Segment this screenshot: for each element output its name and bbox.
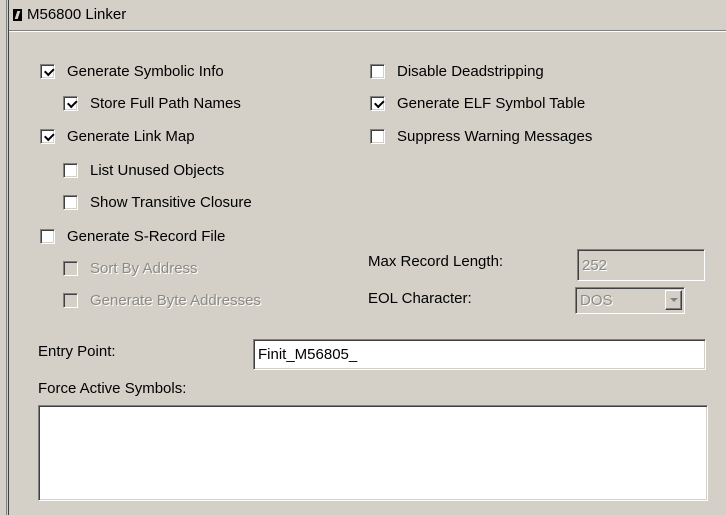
chevron-down-icon [665,290,682,310]
checkbox-box [63,194,78,210]
checkbox-label: Generate ELF Symbol Table [397,94,586,112]
list-unused-objects-checkbox[interactable]: List Unused Objects [63,160,224,180]
force-active-symbols-textarea[interactable] [38,405,708,501]
store-full-path-names-checkbox[interactable]: Store Full Path Names [63,93,241,113]
linker-panel: M56800 Linker Generate Symbolic Info Sto… [0,0,726,515]
generate-byte-addresses-checkbox: Generate Byte Addresses [63,290,261,310]
checkbox-label: Show Transitive Closure [90,193,252,211]
panel-left-border [0,0,9,515]
sort-by-address-checkbox: Sort By Address [63,258,198,278]
checkbox-label: Generate Symbolic Info [67,62,224,80]
checkbox-label: Suppress Warning Messages [397,127,593,145]
force-active-symbols-label: Force Active Symbols: [38,380,187,397]
eol-character-label: EOL Character: [368,290,472,307]
generate-elf-symbol-table-checkbox[interactable]: Generate ELF Symbol Table [370,93,585,113]
checkbox-box [63,162,78,178]
entry-point-label: Entry Point: [38,343,116,360]
panel-title: M56800 Linker [27,6,127,23]
eol-character-select: DOS [575,287,685,314]
generate-symbolic-info-checkbox[interactable]: Generate Symbolic Info [40,61,224,81]
checkbox-label: Sort By Address [90,259,198,277]
checkbox-box [40,228,55,244]
checkbox-box [63,95,78,111]
checkbox-box [40,63,55,79]
max-record-length-input: 252 [577,249,705,281]
panel-title-bar: M56800 Linker [9,0,726,31]
generate-s-record-file-checkbox[interactable]: Generate S-Record File [40,226,225,246]
checkbox-label: List Unused Objects [90,161,225,179]
linker-panel-icon [13,9,22,21]
checkbox-box [63,292,78,308]
max-record-length-label: Max Record Length: [368,253,504,270]
entry-point-input[interactable]: Finit_M56805_ [253,339,706,370]
max-record-length-value: 252 [582,257,608,274]
generate-link-map-checkbox[interactable]: Generate Link Map [40,126,195,146]
checkbox-box [40,128,55,144]
checkbox-box [63,260,78,276]
show-transitive-closure-checkbox[interactable]: Show Transitive Closure [63,192,252,212]
checkbox-box [370,128,385,144]
checkbox-box [370,63,385,79]
suppress-warning-messages-checkbox[interactable]: Suppress Warning Messages [370,126,592,146]
checkbox-label: Disable Deadstripping [397,62,544,80]
disable-deadstripping-checkbox[interactable]: Disable Deadstripping [370,61,544,81]
entry-point-value: Finit_M56805_ [258,346,358,363]
checkbox-label: Store Full Path Names [90,94,241,112]
checkbox-label: Generate Byte Addresses [90,291,261,309]
checkbox-label: Generate S-Record File [67,227,226,245]
eol-character-value: DOS [580,292,613,309]
checkbox-box [370,95,385,111]
checkbox-label: Generate Link Map [67,127,195,145]
